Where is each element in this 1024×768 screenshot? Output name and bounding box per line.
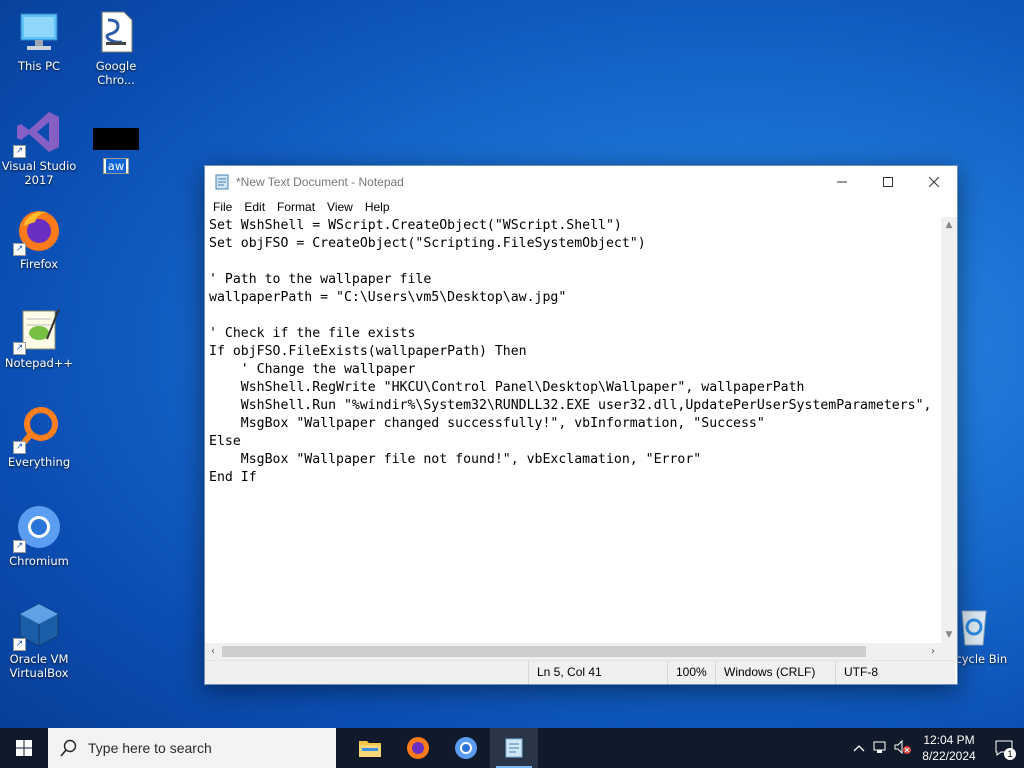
firefox-icon: ↗ [13, 206, 63, 256]
desktop-icon-virtualbox[interactable]: ↗ Oracle VM VirtualBox [1, 601, 77, 680]
maximize-button[interactable] [865, 166, 911, 197]
show-hidden-icons[interactable] [848, 741, 870, 755]
scroll-right-icon[interactable]: › [925, 643, 941, 660]
clock-date: 8/22/2024 [922, 749, 976, 763]
menu-bar: File Edit Format View Help [205, 197, 957, 217]
line-endings: Windows (CRLF) [715, 661, 835, 684]
computer-icon [15, 8, 63, 56]
close-icon [929, 176, 939, 187]
search-icon [60, 739, 77, 757]
script-file-icon [92, 8, 140, 56]
scroll-up-icon[interactable]: ▲ [941, 217, 957, 233]
title-bar[interactable]: *New Text Document - Notepad [205, 166, 957, 197]
window-title: *New Text Document - Notepad [236, 174, 404, 189]
desktop-icon-label: Visual Studio 2017 [1, 159, 77, 187]
desktop-icon-aw[interactable]: aw [78, 128, 154, 174]
notepadpp-icon: ↗ [13, 305, 63, 355]
menu-help[interactable]: Help [359, 200, 396, 214]
notepad-icon [215, 174, 229, 189]
everything-search-icon: ↗ [13, 404, 63, 454]
chevron-up-icon [853, 745, 865, 752]
notification-center-button[interactable]: 1 [984, 728, 1024, 768]
windows-logo-icon [16, 740, 32, 756]
text-editor[interactable]: Set WshShell = WScript.CreateObject("WSc… [205, 217, 941, 643]
minimize-button[interactable] [819, 166, 865, 197]
encoding: UTF-8 [835, 661, 955, 684]
taskbar-chromium[interactable] [442, 728, 490, 768]
cursor-position: Ln 5, Col 41 [528, 661, 668, 684]
zoom-level: 100% [667, 661, 715, 684]
shortcut-arrow-icon: ↗ [13, 145, 26, 158]
desktop-icon-everything[interactable]: ↗ Everything [1, 404, 77, 469]
start-button[interactable] [0, 728, 48, 768]
maximize-icon [883, 176, 893, 187]
notepad-icon [505, 738, 523, 758]
status-bar: Ln 5, Col 41 100% Windows (CRLF) UTF-8 [205, 660, 955, 684]
shortcut-arrow-icon: ↗ [13, 441, 26, 454]
taskbar-notepad[interactable] [490, 728, 538, 768]
desktop-icon-this-pc[interactable]: This PC [1, 8, 77, 73]
desktop-icon-visual-studio[interactable]: ↗ Visual Studio 2017 [1, 108, 77, 187]
taskbar-firefox[interactable] [394, 728, 442, 768]
volume-muted-icon[interactable] [892, 739, 914, 757]
notepad-window[interactable]: *New Text Document - Notepad File Edit F… [204, 165, 958, 685]
close-button[interactable] [911, 166, 957, 197]
scroll-down-icon[interactable]: ▼ [941, 627, 957, 643]
visual-studio-icon: ↗ [13, 108, 63, 158]
system-tray: 12:04 PM 8/22/2024 1 [848, 728, 1024, 768]
firefox-icon [407, 737, 429, 759]
desktop-icon-firefox[interactable]: ↗ Firefox [1, 206, 77, 271]
desktop-icon-label: Google Chro... [95, 59, 137, 87]
search-placeholder: Type here to search [88, 740, 212, 756]
horizontal-scroll-thumb[interactable] [222, 646, 866, 657]
desktop-icon-google-chrome-script[interactable]: Google Chro... [78, 8, 154, 87]
desktop-icon-label: Firefox [19, 257, 59, 271]
desktop-icon-label: Oracle VM VirtualBox [9, 652, 69, 680]
file-explorer-icon [359, 741, 381, 757]
scrollbar-corner [941, 643, 957, 660]
taskbar-search-box[interactable]: Type here to search [48, 728, 336, 768]
notification-badge: 1 [1004, 748, 1016, 760]
taskbar-file-explorer[interactable] [346, 728, 394, 768]
network-icon[interactable] [870, 740, 892, 757]
rename-field[interactable]: aw [102, 158, 130, 174]
menu-format[interactable]: Format [271, 200, 321, 214]
desktop-icon-label: Chromium [9, 554, 69, 568]
horizontal-scrollbar[interactable]: ‹ › [205, 643, 941, 660]
taskbar: Type here to search 12:04 PM 8/22/2024 1 [0, 728, 1024, 768]
menu-view[interactable]: View [321, 200, 359, 214]
image-file-icon [93, 128, 139, 150]
desktop-icon-notepadpp[interactable]: ↗ Notepad++ [1, 305, 77, 370]
menu-file[interactable]: File [207, 200, 238, 214]
minimize-icon [837, 181, 847, 182]
rename-text: aw [105, 159, 127, 173]
menu-edit[interactable]: Edit [238, 200, 271, 214]
vertical-scrollbar[interactable]: ▲ ▼ [941, 217, 957, 643]
chromium-icon [455, 737, 477, 759]
scroll-left-icon[interactable]: ‹ [205, 643, 221, 660]
shortcut-arrow-icon: ↗ [13, 243, 26, 256]
clock-time: 12:04 PM [923, 733, 975, 747]
desktop-icon-label: Everything [7, 455, 71, 469]
virtualbox-icon: ↗ [13, 601, 63, 651]
shortcut-arrow-icon: ↗ [13, 540, 26, 553]
desktop-icon-label: Notepad++ [4, 356, 74, 370]
chromium-icon: ↗ [13, 503, 63, 553]
desktop-icon-label: This PC [17, 59, 61, 73]
taskbar-clock[interactable]: 12:04 PM 8/22/2024 [914, 732, 984, 764]
shortcut-arrow-icon: ↗ [13, 638, 26, 651]
shortcut-arrow-icon: ↗ [13, 342, 26, 355]
desktop-icon-chromium[interactable]: ↗ Chromium [1, 503, 77, 568]
